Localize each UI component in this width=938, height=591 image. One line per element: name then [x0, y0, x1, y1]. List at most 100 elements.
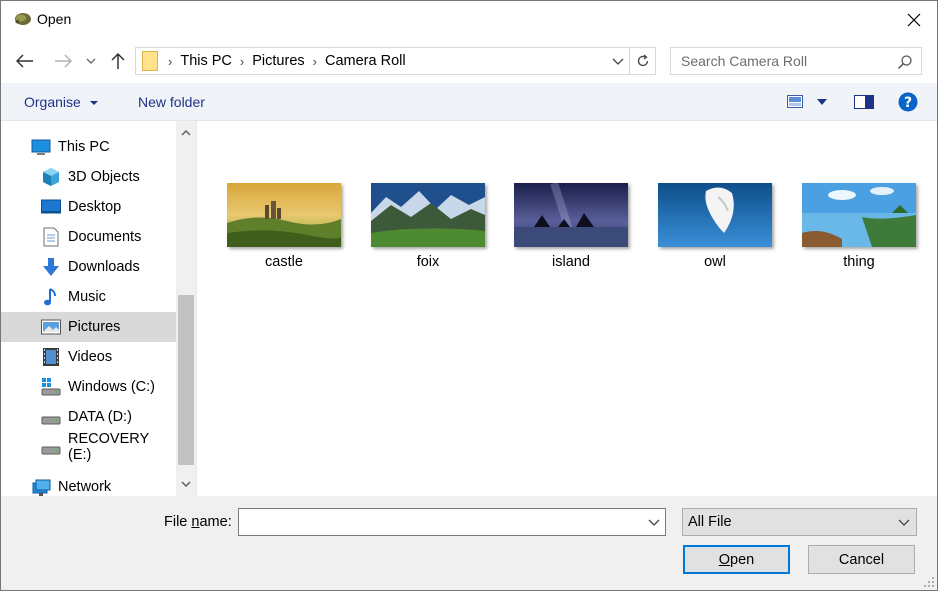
open-button[interactable]: Open	[683, 545, 790, 574]
breadcrumb-this-pc[interactable]: This PC	[180, 53, 232, 69]
pc-icon	[31, 139, 51, 155]
chevron-down-icon	[86, 58, 96, 64]
change-view-icon[interactable]	[787, 95, 803, 108]
breadcrumb-separator: ›	[168, 53, 173, 69]
breadcrumb-separator: ›	[239, 53, 245, 69]
recent-locations-button[interactable]	[81, 49, 101, 73]
foix-thumbnail	[371, 183, 485, 247]
sidebar-item-data-d[interactable]: DATA (D:)	[1, 402, 176, 432]
help-icon[interactable]: ?	[898, 92, 918, 112]
address-dropdown-icon[interactable]	[611, 54, 625, 68]
file-tile-owl[interactable]: owl	[658, 183, 772, 270]
file-name-combobox[interactable]	[238, 508, 666, 536]
sidebar-item-label: Music	[68, 289, 106, 305]
preview-pane-icon[interactable]	[854, 95, 874, 109]
refresh-icon	[637, 54, 648, 67]
nav-scrollbar[interactable]	[176, 121, 196, 496]
close-icon	[907, 13, 921, 27]
file-name: owl	[704, 254, 726, 270]
arrow-up-icon	[111, 52, 125, 69]
sidebar-item-pictures[interactable]: Pictures	[1, 312, 176, 342]
thumbnail-image	[658, 183, 772, 247]
file-type-select[interactable]: All File	[682, 508, 917, 536]
file-tile-thing[interactable]: thing	[802, 183, 916, 270]
chevron-down-icon	[898, 519, 910, 526]
sidebar-item-documents[interactable]: Documents	[1, 222, 176, 252]
owl-thumbnail	[658, 183, 772, 247]
app-icon	[15, 13, 31, 25]
title-bar: Open	[1, 1, 937, 39]
sidebar-item-desktop[interactable]: Desktop	[1, 192, 176, 222]
thumbnail-image	[227, 183, 341, 247]
chevron-down-icon	[89, 101, 98, 105]
svg-text:?: ?	[904, 95, 912, 111]
sidebar-item-label: This PC	[58, 139, 110, 155]
resize-grip-icon[interactable]	[923, 576, 935, 588]
organise-button[interactable]: Organise	[24, 94, 99, 110]
file-name: thing	[843, 254, 875, 270]
scroll-up-button[interactable]	[176, 123, 196, 143]
command-bar: Organise New folder ?	[1, 83, 937, 121]
sidebar-item-label: Network	[58, 479, 112, 495]
sidebar-item-recovery-e[interactable]: RECOVERY (E:)	[1, 431, 176, 463]
back-button[interactable]	[13, 49, 37, 73]
sidebar-item-music[interactable]: Music	[1, 282, 176, 312]
sidebar-item-label: Documents	[68, 229, 142, 245]
sidebar-item-windows-c[interactable]: Windows (C:)	[1, 372, 176, 402]
cube-icon	[43, 168, 59, 186]
breadcrumb-pictures[interactable]: Pictures	[252, 53, 304, 69]
thumbnail-image	[514, 183, 628, 247]
download-icon	[43, 258, 59, 276]
view-options-dropdown-icon[interactable]	[817, 99, 827, 105]
search-input[interactable]	[681, 53, 881, 69]
sidebar-item-label: 3D Objects	[68, 169, 140, 185]
search-box[interactable]	[670, 47, 922, 75]
cancel-button[interactable]: Cancel	[808, 545, 915, 574]
video-icon	[43, 348, 59, 366]
thumbnail-image	[802, 183, 916, 247]
scrollbar-thumb[interactable]	[178, 295, 194, 465]
sidebar-item-this-pc[interactable]: This PC	[1, 132, 176, 162]
new-folder-button[interactable]: New folder	[138, 94, 205, 110]
chevron-up-icon	[181, 130, 191, 136]
thumbnail-image	[371, 183, 485, 247]
folder-icon	[142, 51, 158, 71]
document-icon	[43, 227, 59, 247]
arrow-right-icon	[55, 54, 72, 68]
up-button[interactable]	[106, 49, 130, 73]
sidebar-item-3d-objects[interactable]: 3D Objects	[1, 162, 176, 192]
open-dialog: Open › This PC › Pictures › Camera Roll …	[0, 0, 938, 591]
file-name: castle	[265, 254, 303, 270]
refresh-button[interactable]	[630, 47, 656, 75]
sidebar-item-label: DATA (D:)	[68, 409, 132, 425]
breadcrumb-separator: ›	[312, 53, 317, 69]
sidebar-item-downloads[interactable]: Downloads	[1, 252, 176, 282]
drive-icon	[41, 446, 61, 455]
network-icon	[32, 479, 51, 496]
file-tile-foix[interactable]: foix	[371, 183, 485, 270]
pictures-icon	[41, 319, 61, 335]
file-name-input[interactable]	[239, 509, 639, 535]
forward-button[interactable]	[51, 49, 75, 73]
organise-label: Organise	[24, 94, 81, 110]
sidebar-item-label: Videos	[68, 349, 113, 365]
file-name: foix	[416, 254, 440, 270]
file-tile-island[interactable]: island	[514, 183, 628, 270]
address-bar[interactable]: › This PC › Pictures › Camera Roll	[135, 47, 630, 75]
music-icon	[44, 288, 56, 306]
castle-thumbnail	[227, 183, 341, 247]
sidebar-item-videos[interactable]: Videos	[1, 342, 176, 372]
drive-icon	[41, 416, 61, 425]
breadcrumb-camera-roll[interactable]: Camera Roll	[325, 53, 406, 69]
sidebar-item-label: Desktop	[68, 199, 122, 215]
chevron-down-icon[interactable]	[647, 515, 661, 529]
scroll-down-button[interactable]	[176, 474, 196, 494]
close-button[interactable]	[891, 1, 937, 39]
navigation-pane: This PC 3D Objects Desktop Documents Dow…	[1, 121, 197, 496]
file-tile-castle[interactable]: castle	[227, 183, 341, 270]
navigation-bar: › This PC › Pictures › Camera Roll	[1, 39, 937, 83]
file-list: castle foix island owl thing	[198, 121, 937, 496]
sidebar-item-label: Pictures	[68, 319, 121, 335]
thing-thumbnail	[802, 183, 916, 247]
drive-windows-icon	[41, 378, 61, 396]
